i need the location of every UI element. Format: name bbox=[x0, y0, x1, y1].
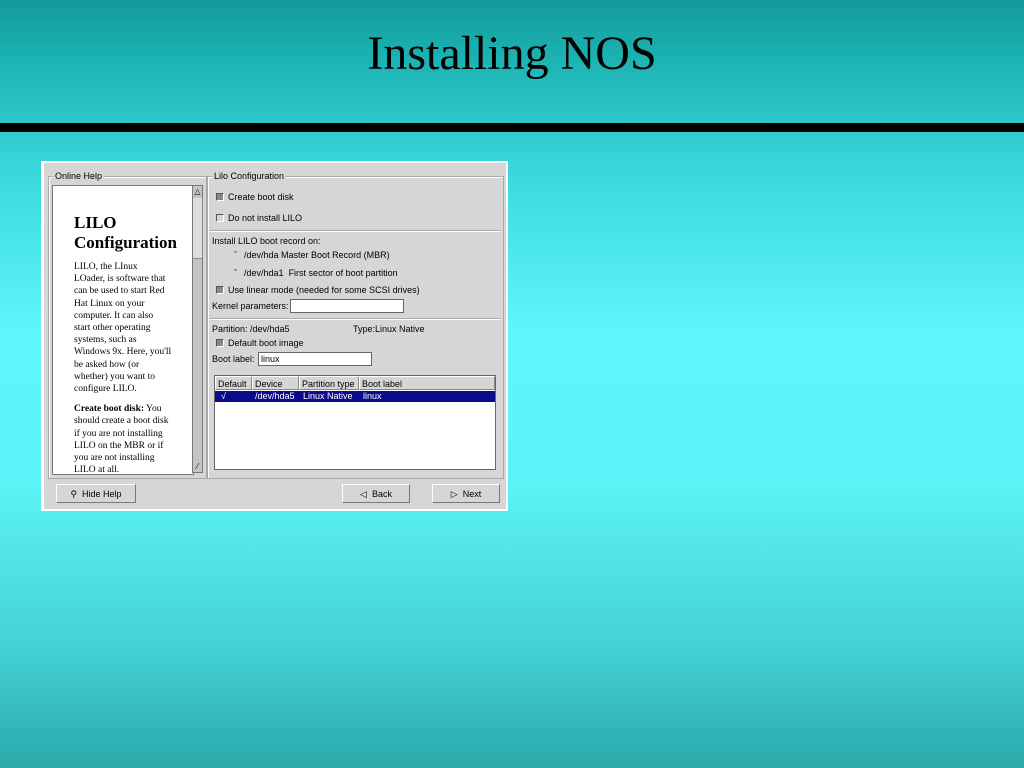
create-boot-disk-label: Create boot disk bbox=[228, 192, 294, 202]
help-line: LILO on the MBR or if bbox=[74, 440, 164, 451]
hide-help-label: Hide Help bbox=[82, 489, 122, 499]
scroll-thumb[interactable] bbox=[193, 198, 203, 259]
online-help-legend: Online Help bbox=[53, 171, 105, 181]
help-body: LILO, the LInux LOader, is software that… bbox=[74, 261, 189, 475]
column-header-default[interactable]: Default bbox=[215, 376, 252, 390]
installer-window: Online Help LILO Configuration LILO, the… bbox=[44, 163, 506, 509]
partition-device: /dev/hda1 bbox=[244, 268, 284, 278]
help-line: LILO at all. bbox=[74, 465, 120, 475]
left-triangle-icon: ◁ bbox=[360, 489, 367, 499]
help-line: systems, such as bbox=[74, 335, 137, 346]
help-line: should create a boot disk bbox=[74, 416, 169, 427]
help-scrollbar[interactable]: △ ⁄ bbox=[192, 185, 203, 473]
row-partition-type: Linux Native bbox=[303, 391, 353, 401]
partition-radio[interactable]: ˇ/dev/hda1 First sector of boot partitio… bbox=[234, 268, 398, 278]
column-header-boot-label[interactable]: Boot label bbox=[359, 376, 495, 390]
section-divider bbox=[209, 318, 500, 320]
kernel-params-input[interactable] bbox=[290, 299, 404, 313]
slide-title: Installing NOS bbox=[367, 27, 657, 80]
hide-help-button[interactable]: ⚲ Hide Help bbox=[56, 484, 136, 503]
help-heading-line2: Configuration bbox=[74, 233, 177, 252]
help-line: LOader, is software that bbox=[74, 274, 166, 285]
help-line: LILO, the LInux bbox=[74, 262, 138, 272]
default-check-icon: √ bbox=[221, 391, 226, 401]
default-boot-image-label: Default boot image bbox=[228, 338, 304, 348]
mbr-radio[interactable]: ˆ/dev/hda Master Boot Record (MBR) bbox=[234, 250, 390, 260]
help-line: Create boot disk: You bbox=[74, 403, 189, 415]
right-triangle-icon: ▷ bbox=[450, 489, 458, 499]
column-header-partition-type[interactable]: Partition type bbox=[299, 376, 359, 390]
next-button[interactable]: ▷ Next bbox=[432, 484, 500, 503]
back-button[interactable]: ◁ Back bbox=[342, 484, 410, 503]
help-paragraph-2: Create boot disk: You should create a bo… bbox=[74, 403, 189, 475]
install-record-label: Install LILO boot record on: bbox=[212, 236, 321, 246]
scroll-up-arrow-icon[interactable]: △ bbox=[193, 186, 202, 197]
lilo-config-legend: Lilo Configuration bbox=[212, 171, 287, 181]
help-line: computer. It can also bbox=[74, 310, 154, 321]
help-heading: LILO Configuration bbox=[74, 213, 193, 253]
help-heading-line1: LILO bbox=[74, 213, 117, 232]
checkbox-checked-icon bbox=[216, 339, 224, 347]
help-line: start other operating bbox=[74, 323, 151, 334]
installer-screenshot: Online Help LILO Configuration LILO, the… bbox=[41, 161, 508, 511]
help-text-area[interactable]: LILO Configuration LILO, the LInux LOade… bbox=[52, 185, 194, 475]
help-paragraph-1: LILO, the LInux LOader, is software that… bbox=[74, 261, 189, 395]
partition-label: Partition: /dev/hda5 bbox=[212, 324, 290, 334]
boot-images-table[interactable]: Default Device Partition type Boot label… bbox=[214, 375, 496, 470]
help-line: configure LILO. bbox=[74, 384, 137, 395]
section-divider bbox=[209, 230, 500, 232]
default-boot-image-checkbox[interactable]: Default boot image bbox=[216, 338, 304, 348]
radio-unselected-icon: ˇ bbox=[234, 268, 237, 278]
mbr-description: Master Boot Record (MBR) bbox=[281, 250, 390, 260]
table-header: Default Device Partition type Boot label bbox=[215, 376, 495, 391]
row-boot-label: linux bbox=[363, 391, 382, 401]
help-line: can be used to start Red bbox=[74, 286, 165, 297]
back-label: Back bbox=[371, 489, 392, 499]
boot-label-input[interactable]: linux bbox=[258, 352, 372, 366]
help-line: whether) you want to bbox=[74, 371, 155, 382]
checkbox-checked-icon bbox=[216, 193, 224, 201]
help-line: if you are not installing bbox=[74, 428, 163, 439]
column-header-device[interactable]: Device bbox=[252, 376, 299, 390]
table-row[interactable]: √ /dev/hda5 Linux Native linux bbox=[215, 391, 495, 402]
next-label: Next bbox=[462, 489, 482, 499]
do-not-install-label: Do not install LILO bbox=[228, 213, 303, 223]
linear-mode-label: Use linear mode (needed for some SCSI dr… bbox=[228, 285, 420, 295]
help-line: Windows 9x. Here, you'll bbox=[74, 347, 172, 358]
scroll-down-arrow-icon[interactable]: ⁄ bbox=[193, 461, 202, 472]
row-device: /dev/hda5 bbox=[255, 391, 295, 401]
partition-description: First sector of boot partition bbox=[288, 268, 398, 278]
do-not-install-checkbox[interactable]: Do not install LILO bbox=[216, 213, 302, 223]
checkbox-unchecked-icon bbox=[216, 214, 224, 222]
help-line: be asked how (or bbox=[74, 359, 140, 370]
kernel-params-label: Kernel parameters: bbox=[212, 301, 289, 311]
mbr-device: /dev/hda bbox=[244, 250, 279, 260]
help-line: Hat Linux on your bbox=[74, 298, 145, 309]
checkbox-checked-icon bbox=[216, 286, 224, 294]
linear-mode-checkbox[interactable]: Use linear mode (needed for some SCSI dr… bbox=[216, 285, 420, 295]
boot-label-label: Boot label: bbox=[212, 354, 255, 364]
help-icon: ⚲ bbox=[70, 489, 78, 499]
create-boot-disk-checkbox[interactable]: Create boot disk bbox=[216, 192, 294, 202]
radio-selected-icon: ˆ bbox=[234, 250, 237, 260]
help-bold-label: Create boot disk: bbox=[74, 404, 145, 415]
partition-type-label: Type:Linux Native bbox=[353, 324, 425, 334]
help-line: you are not installing bbox=[74, 453, 155, 464]
help-line-tail: You bbox=[144, 404, 162, 415]
title-divider bbox=[0, 123, 1024, 132]
